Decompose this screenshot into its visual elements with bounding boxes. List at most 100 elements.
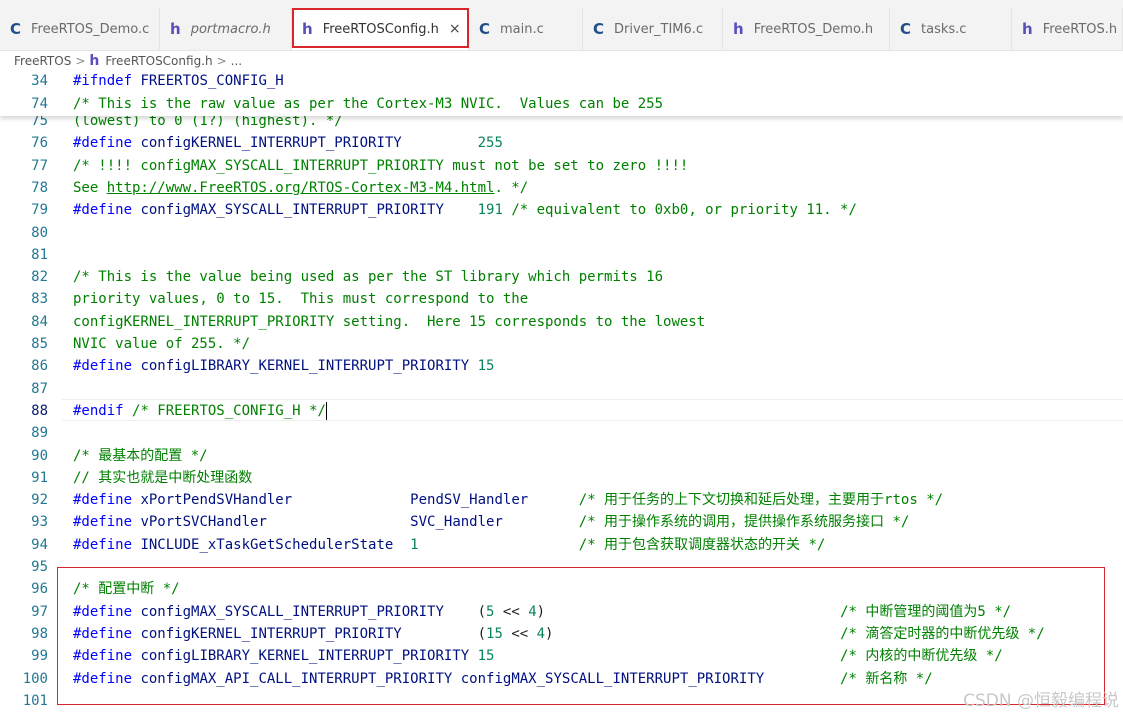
breadcrumb-file[interactable]: FreeRTOSConfig.h (105, 54, 212, 68)
code-text: #define xPortPendSVHandler PendSV_Handle… (73, 489, 943, 511)
breadcrumb-separator: > (216, 54, 227, 68)
tab-label: portmacro.h (190, 21, 271, 37)
code-line[interactable]: 100 #define configMAX_API_CALL_INTERRUPT_… (0, 668, 1123, 690)
header-file-icon: h (1022, 20, 1033, 38)
line-number: 98 (31, 626, 48, 642)
tab-driver-tim6-c[interactable]: C Driver_TIM6.c (583, 8, 723, 50)
code-token: // 其实也就是中断处理函数 (73, 470, 253, 486)
tab-freertos-h[interactable]: h FreeRTOS.h (1012, 8, 1123, 50)
line-number: 94 (31, 537, 48, 553)
breadcrumb-folder[interactable]: FreeRTOS (14, 54, 71, 68)
code-token: ( (443, 604, 487, 620)
code-token: configKERNEL_INTERRUPT_PRIORITY setting.… (73, 314, 706, 330)
code-token: configMAX_SYSCALL_INTERRUPT_PRIORITY (460, 671, 765, 687)
code-line[interactable]: 83 priority values, 0 to 15. This must co… (0, 288, 1123, 310)
code-token: /* !!!! configMAX_SYSCALL_INTERRUPT_PRIO… (73, 158, 689, 174)
code-token: /* 配置中断 */ (73, 581, 180, 597)
code-token: 15 (486, 626, 503, 642)
code-line[interactable]: 85 NVIC value of 255. */ (0, 333, 1123, 355)
breadcrumb-more[interactable]: ... (231, 54, 242, 68)
code-line[interactable]: 101 (0, 690, 1123, 712)
code-line[interactable]: 99 #define configLIBRARY_KERNEL_INTERRUPT… (0, 645, 1123, 667)
tab-freertosconfig-h[interactable]: h FreeRTOSConfig.h × (292, 8, 469, 50)
code-token: /* 用于包含获取调度器状态的开关 */ (578, 537, 826, 553)
tab-tasks-c[interactable]: Ctasks.c (890, 8, 1012, 50)
code-line[interactable]: 86 #define configLIBRARY_KERNEL_INTERRUPT… (0, 355, 1123, 377)
tab-main-c[interactable]: Cmain.c (469, 8, 583, 50)
code-link[interactable]: http://www.FreeRTOS.org/RTOS-Cortex-M3-M… (107, 180, 495, 196)
code-line[interactable]: 74 /* This is the raw value as per the Co… (0, 93, 1123, 115)
code-line[interactable]: 92 #define xPortPendSVHandler PendSV_Hand… (0, 489, 1123, 511)
code-text: #define configKERNEL_INTERRUPT_PRIORITY … (73, 132, 503, 154)
code-line[interactable]: 90 /* 最基本的配置 */ (0, 445, 1123, 467)
header-file-icon: h (89, 53, 100, 69)
tab-freertos-demo-h[interactable]: h FreeRTOS_Demo.h (723, 8, 890, 50)
line-number: 92 (31, 492, 48, 508)
line-number: 88 (31, 403, 48, 419)
code-token: ) (536, 604, 841, 620)
code-line[interactable]: 91 // 其实也就是中断处理函数 (0, 467, 1123, 489)
code-line[interactable]: 34 #ifndef FREERTOS_CONFIG_H (0, 70, 1123, 92)
code-token: #define (73, 626, 141, 642)
code-line[interactable]: 97 #define configMAX_SYSCALL_INTERRUPT_PR… (0, 601, 1123, 623)
code-token: priority values, 0 to 15. This must corr… (73, 291, 529, 307)
code-line[interactable]: 89 (0, 422, 1123, 444)
tab-freertos-demo-c[interactable]: C FreeRTOS_Demo.c (0, 8, 160, 50)
code-text: configKERNEL_INTERRUPT_PRIORITY setting.… (73, 311, 705, 333)
line-number: 95 (31, 559, 48, 575)
tab-portmacro-h[interactable]: h portmacro.h (160, 8, 292, 50)
code-line[interactable]: 78 See http://www.FreeRTOS.org/RTOS-Corte… (0, 177, 1123, 199)
code-token: FREERTOS_CONFIG_H (140, 73, 284, 89)
code-token: configMAX_SYSCALL_INTERRUPT_PRIORITY (140, 604, 444, 620)
code-token: /* FREERTOS_CONFIG_H */ (132, 403, 326, 419)
code-line[interactable]: 94 #define INCLUDE_xTaskGetSchedulerState… (0, 534, 1123, 556)
line-number: 96 (31, 581, 48, 597)
code-line[interactable]: 79 #define configMAX_SYSCALL_INTERRUPT_PR… (0, 199, 1123, 221)
sticky-scroll-header[interactable]: 34 #ifndef FREERTOS_CONFIG_H 74 /* This is … (0, 70, 1123, 116)
close-icon[interactable]: × (449, 21, 461, 37)
code-token: /* 中断管理的阈值为5 */ (840, 604, 1012, 620)
code-token: 255 (477, 135, 503, 151)
code-text: #define configMAX_API_CALL_INTERRUPT_PRI… (73, 668, 933, 690)
code-token: /* 新名称 */ (840, 671, 933, 687)
tab-label: tasks.c (921, 21, 967, 37)
code-token: /* 用于操作系统的调用，提供操作系统服务接口 */ (578, 514, 910, 530)
code-token: /* 用于任务的上下文切换和延后处理，主要用于rtos */ (578, 492, 944, 508)
code-line[interactable]: 81 (0, 244, 1123, 266)
code-line[interactable]: 77 /* !!!! configMAX_SYSCALL_INTERRUPT_PR… (0, 155, 1123, 177)
tab-label: main.c (500, 21, 544, 37)
editor-tab-bar: C FreeRTOS_Demo.c h portmacro.h h FreeRTOSCon… (0, 8, 1123, 51)
tab-label: FreeRTOS_Demo.h (753, 21, 874, 37)
code-line[interactable]: 88 #endif /* FREERTOS_CONFIG_H */ (0, 400, 1123, 422)
line-number: 78 (31, 180, 48, 196)
code-line[interactable]: 87 (0, 378, 1123, 400)
line-number: 84 (31, 314, 48, 330)
code-text: priority values, 0 to 15. This must corr… (73, 288, 528, 310)
code-line[interactable]: 98 #define configKERNEL_INTERRUPT_PRIORIT… (0, 623, 1123, 645)
code-token: See (73, 180, 107, 196)
code-token: #endif (73, 403, 133, 419)
code-token: 15 (477, 358, 495, 374)
code-text: /* This is the value being used as per t… (73, 266, 663, 288)
code-token: #define (73, 671, 141, 687)
code-line[interactable]: 93 #define vPortSVCHandler SVC_Handler /*… (0, 511, 1123, 533)
line-number: 87 (31, 381, 48, 397)
code-line[interactable]: 80 (0, 222, 1123, 244)
code-line[interactable]: 82 /* This is the value being used as per… (0, 266, 1123, 288)
code-line[interactable]: 84 configKERNEL_INTERRUPT_PRIORITY settin… (0, 311, 1123, 333)
code-token: #define (73, 492, 141, 508)
code-line[interactable]: 76 #define configKERNEL_INTERRUPT_PRIORIT… (0, 132, 1123, 154)
code-token: /* 内核的中断优先级 */ (840, 648, 1003, 664)
code-line[interactable]: 96 /* 配置中断 */ (0, 578, 1123, 600)
code-line[interactable]: 95 (0, 556, 1123, 578)
line-number: 83 (31, 291, 48, 307)
header-file-icon: h (302, 20, 313, 38)
line-number: 74 (31, 96, 48, 112)
line-number: 81 (31, 247, 48, 263)
